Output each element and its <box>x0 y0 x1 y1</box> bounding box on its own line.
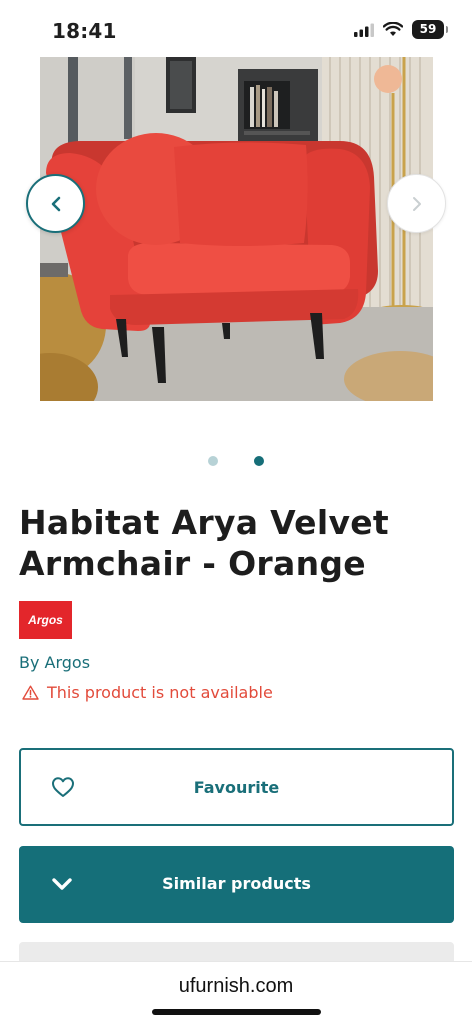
browser-address-bar[interactable]: ufurnish.com <box>0 961 472 1024</box>
product-title: Habitat Arya Velvet Armchair - Orange <box>19 503 390 583</box>
argos-logo: Argos <box>19 601 72 639</box>
favourite-button[interactable]: Favourite <box>19 748 454 826</box>
availability-text: This product is not available <box>47 683 273 702</box>
status-icons: 59 <box>354 20 448 39</box>
similar-products-button[interactable]: Similar products <box>19 846 454 923</box>
signal-icon <box>354 23 374 37</box>
battery-level: 59 <box>419 22 437 36</box>
armchair-photo <box>40 57 433 401</box>
home-indicator <box>152 1009 321 1015</box>
favourite-label: Favourite <box>193 778 280 797</box>
availability-status: This product is not available <box>22 683 273 702</box>
status-time: 18:41 <box>52 19 117 43</box>
retailer-link[interactable]: By Argos <box>19 653 90 672</box>
similar-products-label: Similar products <box>162 874 311 893</box>
chevron-left-icon <box>51 196 60 211</box>
carousel-next-button[interactable] <box>387 174 446 233</box>
carousel-dot-active[interactable] <box>254 456 264 466</box>
warning-triangle-icon <box>22 685 39 700</box>
carousel-pagination <box>0 454 472 468</box>
status-bar: 18:41 59 <box>0 0 472 56</box>
argos-logo-text: Argos <box>28 613 63 627</box>
chevron-right-icon <box>412 196 421 211</box>
product-image[interactable] <box>40 57 433 401</box>
carousel-prev-button[interactable] <box>26 174 85 233</box>
battery-icon: 59 <box>412 20 448 39</box>
carousel-dot[interactable] <box>208 456 218 466</box>
url-text[interactable]: ufurnish.com <box>0 975 472 998</box>
wifi-icon <box>383 22 403 36</box>
